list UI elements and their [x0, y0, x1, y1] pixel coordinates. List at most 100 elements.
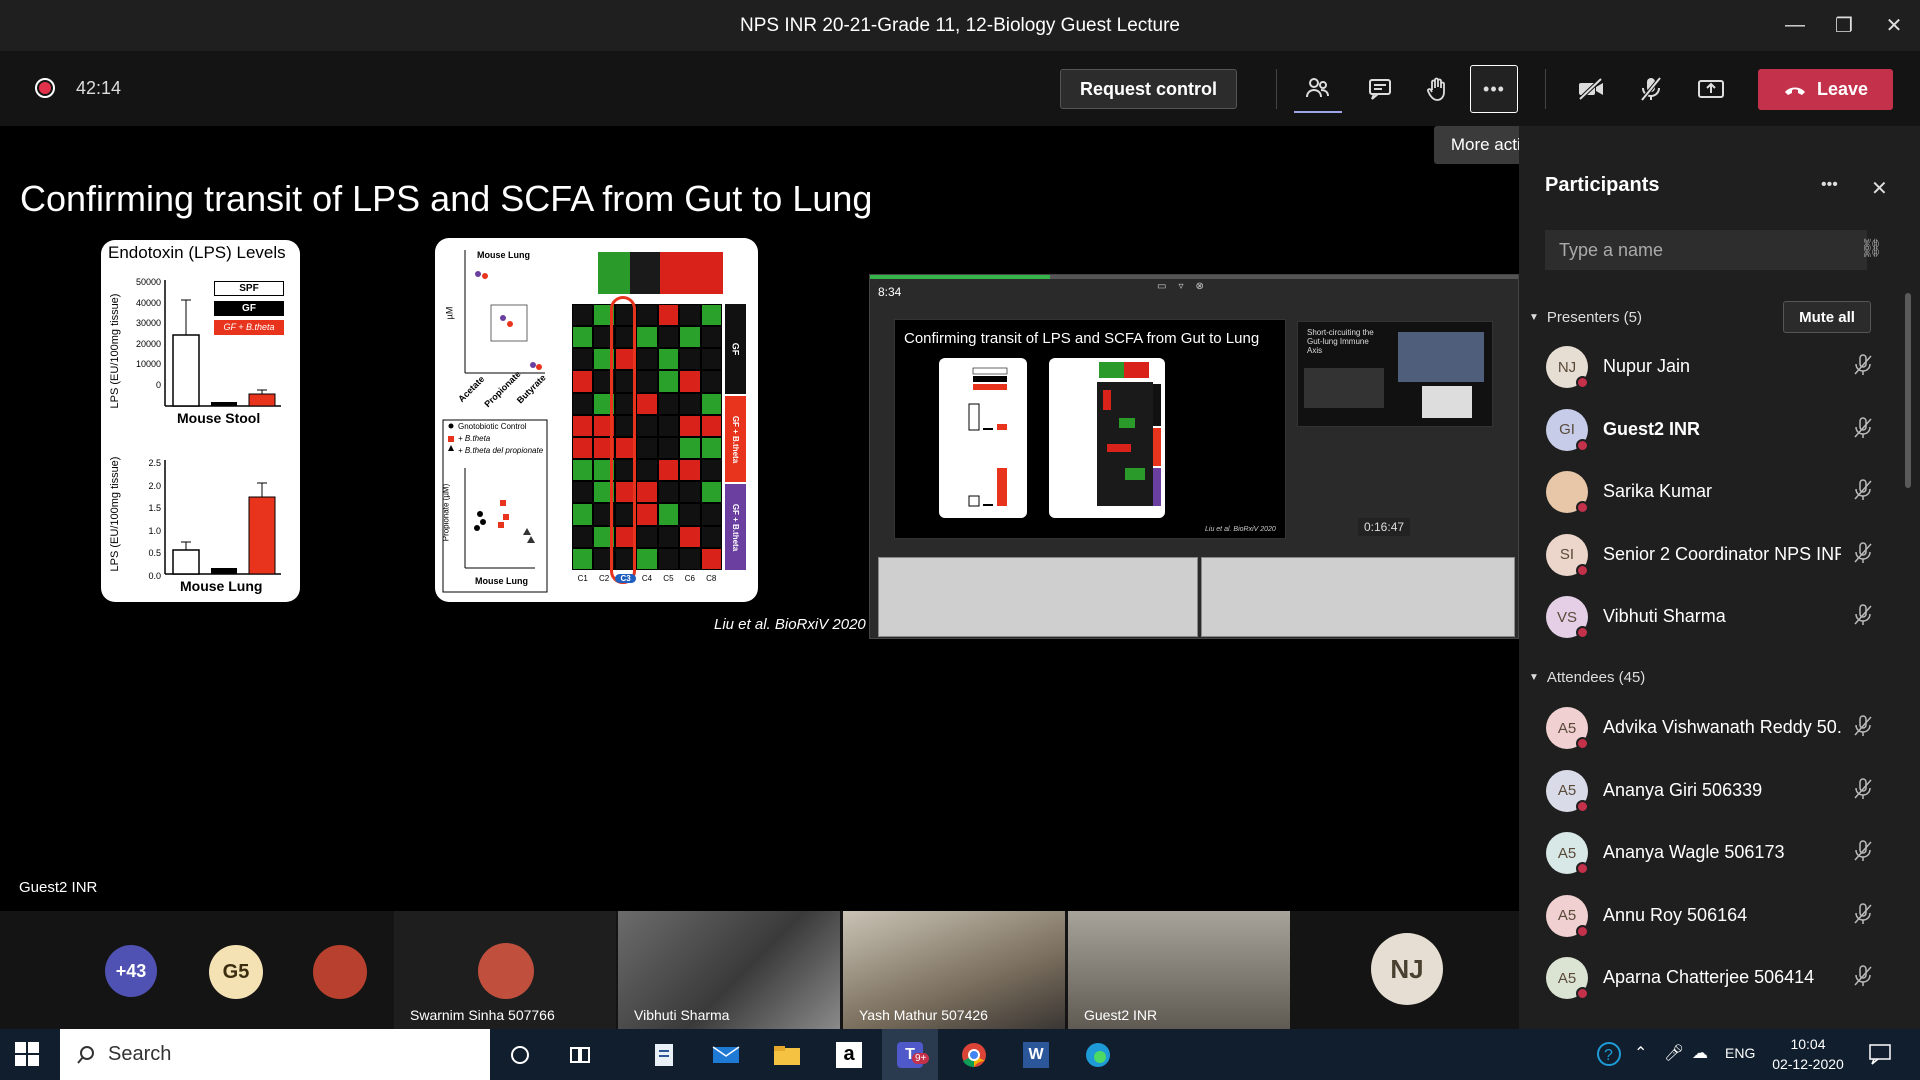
- participant-row[interactable]: NJ Nupur Jain: [1519, 339, 1899, 395]
- participant-row[interactable]: A5 Aparna Chatterjee 506414: [1519, 950, 1899, 1006]
- language-indicator[interactable]: ENG: [1725, 1045, 1755, 1061]
- participant-row[interactable]: GI Guest2 INR: [1519, 402, 1899, 458]
- taskbar-clock[interactable]: 10:04 02-12-2020: [1768, 1034, 1848, 1074]
- participant-row[interactable]: A5 Ananya Wagle 506173: [1519, 825, 1899, 881]
- more-actions-button[interactable]: •••: [1470, 65, 1518, 113]
- cloud-icon[interactable]: ☁: [1692, 1043, 1708, 1063]
- presenters-header[interactable]: ▼ Presenters (5): [1529, 309, 1642, 326]
- meeting-toolbar: 42:14 Request control ••• Leave: [0, 51, 1920, 126]
- heatmap-cell: [679, 392, 701, 415]
- taskbar-search-box[interactable]: Search: [60, 1029, 490, 1080]
- mic-off-icon[interactable]: [1853, 777, 1873, 806]
- participant-row[interactable]: A5 Ananya Giri 506339: [1519, 763, 1899, 819]
- video-tile[interactable]: Yash Mathur 507426: [843, 911, 1065, 1029]
- mic-off-icon[interactable]: [1853, 416, 1873, 445]
- participant-row[interactable]: A5 Annu Roy 506164: [1519, 888, 1899, 944]
- link-icon[interactable]: ⛓: [1860, 238, 1883, 259]
- close-window-button[interactable]: ✕: [1866, 0, 1920, 51]
- camera-toggle-button[interactable]: [1567, 65, 1615, 113]
- heatmap-cell: [657, 547, 680, 570]
- windows-start-icon[interactable]: [14, 1041, 40, 1067]
- amazon-app-icon[interactable]: a: [821, 1029, 877, 1080]
- heatmap-cell: [572, 503, 594, 526]
- video-tile[interactable]: Guest2 INR: [1068, 911, 1290, 1029]
- participants-button[interactable]: [1294, 65, 1342, 113]
- panel-more-button[interactable]: •••: [1821, 176, 1838, 194]
- video-tile-name: Vibhuti Sharma: [634, 1007, 730, 1023]
- mic-off-icon[interactable]: [1853, 604, 1873, 632]
- side-label-text: GF + B.theta: [731, 503, 740, 551]
- minimize-button[interactable]: —: [1767, 0, 1823, 51]
- slide-title: Confirming transit of LPS and SCFA from …: [20, 178, 873, 219]
- microphone-icon[interactable]: 🎤︎: [1664, 1043, 1684, 1063]
- inner-elapsed-time: 0:16:47: [1358, 518, 1411, 536]
- heatmap-cell: [679, 326, 701, 349]
- share-screen-button[interactable]: [1687, 65, 1735, 113]
- bar-spf-lung: [172, 549, 200, 575]
- inner-slide: Confirming transit of LPS and SCFA from …: [894, 319, 1286, 539]
- help-icon[interactable]: ?: [1596, 1041, 1622, 1072]
- avatar-photo[interactable]: [313, 945, 367, 999]
- mute-all-button[interactable]: Mute all: [1783, 301, 1871, 333]
- caret-down-icon: ▼: [1529, 672, 1539, 683]
- share-screen-icon: [1698, 80, 1724, 98]
- maximize-button[interactable]: ❐: [1816, 0, 1872, 51]
- attendees-header[interactable]: ▼ Attendees (45): [1529, 669, 1645, 686]
- request-control-button[interactable]: Request control: [1060, 69, 1237, 109]
- screen-ctl-icon: ▭: [1157, 281, 1167, 292]
- mic-off-icon[interactable]: [1853, 541, 1873, 570]
- file-explorer-icon[interactable]: [759, 1029, 815, 1080]
- notifications-icon[interactable]: [1868, 1043, 1892, 1070]
- raise-hand-button[interactable]: [1414, 65, 1462, 113]
- side-label-btheta: GF + B.theta: [725, 396, 746, 482]
- heatmap-cell: [636, 525, 658, 548]
- heatmap-cell: [700, 414, 722, 437]
- col-label: C8: [706, 574, 717, 583]
- col-label: C3: [614, 574, 637, 583]
- screen-ctl-icon: ⊗: [1195, 281, 1204, 292]
- mic-off-icon[interactable]: [1853, 840, 1873, 868]
- chrome-app-icon[interactable]: [946, 1029, 1002, 1080]
- chat-button[interactable]: [1356, 65, 1404, 113]
- leave-button[interactable]: Leave: [1758, 69, 1893, 110]
- participant-row[interactable]: SI Senior 2 Coordinator NPS INR: [1519, 527, 1899, 583]
- panel-close-button[interactable]: ✕: [1871, 176, 1888, 201]
- word-app-icon[interactable]: W: [1008, 1029, 1064, 1080]
- mic-off-icon[interactable]: [1853, 715, 1873, 743]
- avatar-g5[interactable]: G5: [209, 945, 263, 999]
- mic-toggle-button[interactable]: [1627, 65, 1675, 113]
- scfa-legend: Gnotobiotic Control + B.theta + B.theta …: [458, 421, 543, 457]
- participant-row[interactable]: VS Vibhuti Sharma: [1519, 589, 1899, 645]
- heatmap-cell: [700, 481, 722, 504]
- video-tile[interactable]: Vibhuti Sharma: [618, 911, 840, 1029]
- legend-item: Gnotobiotic Control: [458, 422, 527, 431]
- heatmap-cell: [572, 414, 594, 437]
- legend-item: + B.theta del propionate: [458, 446, 544, 455]
- video-tile[interactable]: Swarnim Sinha 507766: [394, 911, 616, 1029]
- edge-app-icon[interactable]: [1070, 1029, 1126, 1080]
- status-dot-icon: [1576, 563, 1589, 577]
- notepad-app-icon[interactable]: [636, 1029, 692, 1080]
- participant-row[interactable]: A5 Advika Vishwanath Reddy 50...: [1519, 700, 1899, 756]
- avatar-nj[interactable]: NJ: [1371, 933, 1443, 1005]
- task-view-icon[interactable]: [552, 1029, 608, 1080]
- heatmap-cell: [657, 503, 680, 526]
- teams-app-icon[interactable]: T 9+: [882, 1029, 938, 1080]
- cortana-icon[interactable]: [492, 1029, 548, 1080]
- legend-item: + B.theta: [458, 434, 491, 443]
- participant-row[interactable]: Sarika Kumar: [1519, 464, 1899, 520]
- mail-app-icon[interactable]: [698, 1029, 754, 1080]
- heatmap: [572, 304, 722, 570]
- tick: 2.5: [148, 458, 161, 468]
- participant-search-input[interactable]: [1545, 230, 1867, 270]
- panel-scrollbar[interactable]: [1905, 293, 1911, 488]
- mic-off-icon[interactable]: [1853, 354, 1873, 382]
- overflow-participants-button[interactable]: +43: [105, 945, 157, 997]
- mic-off-icon: [1640, 76, 1662, 102]
- mic-off-icon[interactable]: [1853, 965, 1873, 993]
- chevron-up-icon[interactable]: ⌃: [1634, 1043, 1647, 1063]
- presenters-header-label: Presenters (5): [1546, 309, 1642, 326]
- tick: 0.0: [148, 570, 161, 581]
- mic-off-icon[interactable]: [1853, 902, 1873, 931]
- mic-off-icon[interactable]: [1853, 479, 1873, 507]
